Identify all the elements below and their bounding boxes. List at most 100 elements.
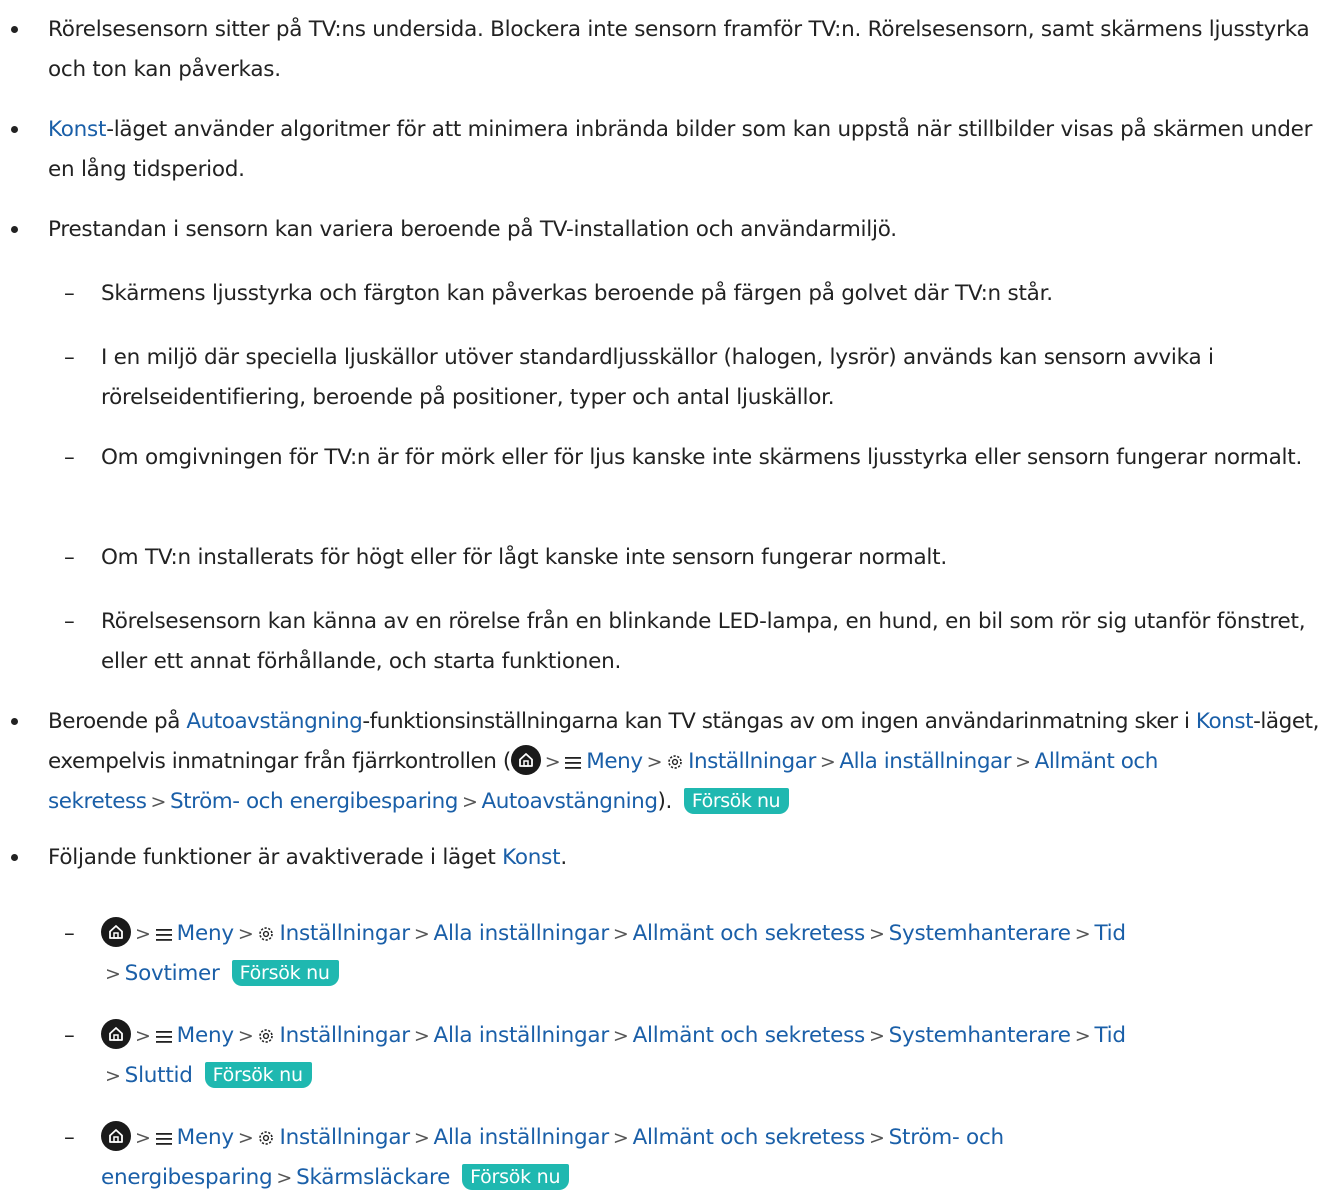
konst-link[interactable]: Konst xyxy=(502,845,560,870)
paragraph-text: Följande funktioner är avaktiverade i lä… xyxy=(48,845,503,870)
dash-marker: – xyxy=(64,1023,75,1048)
menu-path-sluttid[interactable]: Sluttid xyxy=(125,1063,193,1088)
menu-path-alla-installningar[interactable]: Alla inställningar xyxy=(434,921,610,946)
chevron-right-icon: > xyxy=(105,963,121,985)
menu-path-meny[interactable]: Meny xyxy=(564,749,643,774)
home-icon[interactable] xyxy=(101,1121,131,1151)
menu-icon xyxy=(155,1133,172,1145)
gear-icon xyxy=(259,1029,274,1043)
sub-list-item: – Om omgivningen för TV:n är för mörk el… xyxy=(0,438,1341,478)
chevron-right-icon: > xyxy=(276,1167,293,1189)
menu-path-allmant[interactable]: Allmänt och sekretess xyxy=(633,1023,866,1048)
menu-path-systemhanterare[interactable]: Systemhanterare xyxy=(889,921,1071,946)
chevron-right-icon: > xyxy=(237,1025,254,1047)
menu-path-autoavstangning[interactable]: Autoavstängning xyxy=(482,789,658,814)
menu-path-label: Inställningar xyxy=(688,749,816,774)
list-item: Rörelsesensorn sitter på TV:ns undersida… xyxy=(0,10,1341,90)
dash-marker: – xyxy=(64,445,75,470)
bullet-point xyxy=(11,126,18,133)
list-item: Konst-läget använder algoritmer för att … xyxy=(0,110,1341,190)
try-now-button[interactable]: Försök nu xyxy=(462,1164,570,1190)
chevron-right-icon: > xyxy=(1074,923,1091,945)
menu-path-installningar[interactable]: Inställningar xyxy=(257,1023,410,1048)
home-icon[interactable] xyxy=(101,917,131,947)
dash-marker: – xyxy=(64,609,75,634)
menu-path-allmant[interactable]: Allmänt och sekretess xyxy=(633,921,866,946)
list-item: Prestandan i sensorn kan variera beroend… xyxy=(0,210,1341,250)
dash-marker: – xyxy=(64,1125,75,1150)
menu-path-strom[interactable]: energibesparing xyxy=(101,1165,273,1190)
sub-list-item: – > Meny > Inställningar > Alla inställningar… xyxy=(0,1016,1341,1096)
paragraph-text: . xyxy=(560,845,567,870)
dash-marker: – xyxy=(64,545,75,570)
home-icon[interactable] xyxy=(510,745,541,775)
paragraph-text: Rörelsesensorn kan känna av en rörelse f… xyxy=(101,609,1306,674)
menu-path-meny[interactable]: Meny xyxy=(155,1023,234,1048)
chevron-right-icon: > xyxy=(868,1025,885,1047)
chevron-right-icon: > xyxy=(544,751,561,773)
paragraph-text: ). xyxy=(657,789,673,814)
konst-link[interactable]: Konst xyxy=(48,117,106,142)
autoavstangning-link[interactable]: Autoavstängning xyxy=(186,709,362,734)
menu-path-label: Meny xyxy=(586,749,643,774)
try-now-button[interactable]: Försök nu xyxy=(231,960,339,986)
chevron-right-icon: > xyxy=(612,1127,629,1149)
konst-link[interactable]: Konst xyxy=(1196,709,1254,734)
menu-path-label: Meny xyxy=(176,1125,234,1150)
paragraph-text: Om TV:n installerats för högt eller för … xyxy=(101,545,947,570)
paragraph-text: Beroende på xyxy=(48,709,187,734)
gear-icon xyxy=(259,927,274,941)
menu-path-alla-installningar[interactable]: Alla inställningar xyxy=(434,1023,610,1048)
chevron-right-icon: > xyxy=(868,923,885,945)
dash-marker: – xyxy=(64,281,75,306)
chevron-right-icon: > xyxy=(612,1025,629,1047)
menu-path-strom[interactable]: Ström- och xyxy=(889,1125,1005,1150)
menu-path-sovtimer[interactable]: Sovtimer xyxy=(125,961,220,986)
sub-list-item: – > Meny > Inställningar > Alla inställningar… xyxy=(0,914,1341,994)
bullet-point xyxy=(11,26,18,33)
menu-path-alla-installningar[interactable]: Alla inställningar xyxy=(434,1125,610,1150)
menu-path-tid[interactable]: Tid xyxy=(1094,1023,1126,1048)
sub-list-item: – Skärmens ljusstyrka och färgton kan på… xyxy=(0,274,1341,314)
menu-path-label: Inställningar xyxy=(279,921,410,946)
menu-path-meny[interactable]: Meny xyxy=(155,1125,234,1150)
menu-path-strom[interactable]: Ström- och energibesparing xyxy=(170,789,458,814)
list-item: Följande funktioner är avaktiverade i lä… xyxy=(0,838,1341,878)
menu-icon xyxy=(155,1031,172,1043)
list-item: Beroende på Autoavstängning-funktionsins… xyxy=(0,702,1341,822)
try-now-button[interactable]: Försök nu xyxy=(683,788,790,814)
chevron-right-icon: > xyxy=(612,923,629,945)
paragraph-text: Om omgivningen för TV:n är för mörk elle… xyxy=(101,445,1303,470)
menu-path-skarmslackare[interactable]: Skärmsläckare xyxy=(296,1165,450,1190)
chevron-right-icon: > xyxy=(413,1025,430,1047)
paragraph-text: Prestandan i sensorn kan variera beroend… xyxy=(48,217,897,242)
menu-path-installningar[interactable]: Inställningar xyxy=(666,749,816,774)
chevron-right-icon: > xyxy=(105,1065,121,1087)
menu-path-alla-installningar[interactable]: Alla inställningar xyxy=(839,749,1011,774)
try-now-button[interactable]: Försök nu xyxy=(204,1062,312,1088)
menu-path-installningar[interactable]: Inställningar xyxy=(257,1125,410,1150)
menu-path-label: Inställningar xyxy=(279,1125,410,1150)
paragraph-text: -funktionsinställningarna kan TV stängas… xyxy=(362,709,1196,734)
menu-path-label: Meny xyxy=(176,1023,234,1048)
menu-path-meny[interactable]: Meny xyxy=(155,921,234,946)
sub-list-item: – Om TV:n installerats för högt eller fö… xyxy=(0,538,1341,578)
bullet-point xyxy=(11,226,18,233)
menu-path-installningar[interactable]: Inställningar xyxy=(257,921,410,946)
chevron-right-icon: > xyxy=(135,923,151,945)
gear-icon xyxy=(259,1131,274,1145)
chevron-right-icon: > xyxy=(819,751,836,773)
chevron-right-icon: > xyxy=(1074,1025,1091,1047)
menu-path-allmant[interactable]: Allmänt och sekretess xyxy=(633,1125,866,1150)
chevron-right-icon: > xyxy=(868,1127,885,1149)
home-icon[interactable] xyxy=(101,1019,131,1049)
chevron-right-icon: > xyxy=(462,791,478,813)
menu-path-label: Inställningar xyxy=(279,1023,410,1048)
paragraph-text: I en miljö där speciella ljuskällor utöv… xyxy=(101,345,1214,410)
menu-icon xyxy=(565,757,582,769)
chevron-right-icon: > xyxy=(135,1025,151,1047)
chevron-right-icon: > xyxy=(413,1127,430,1149)
menu-path-tid[interactable]: Tid xyxy=(1094,921,1126,946)
chevron-right-icon: > xyxy=(413,923,430,945)
menu-path-systemhanterare[interactable]: Systemhanterare xyxy=(889,1023,1071,1048)
